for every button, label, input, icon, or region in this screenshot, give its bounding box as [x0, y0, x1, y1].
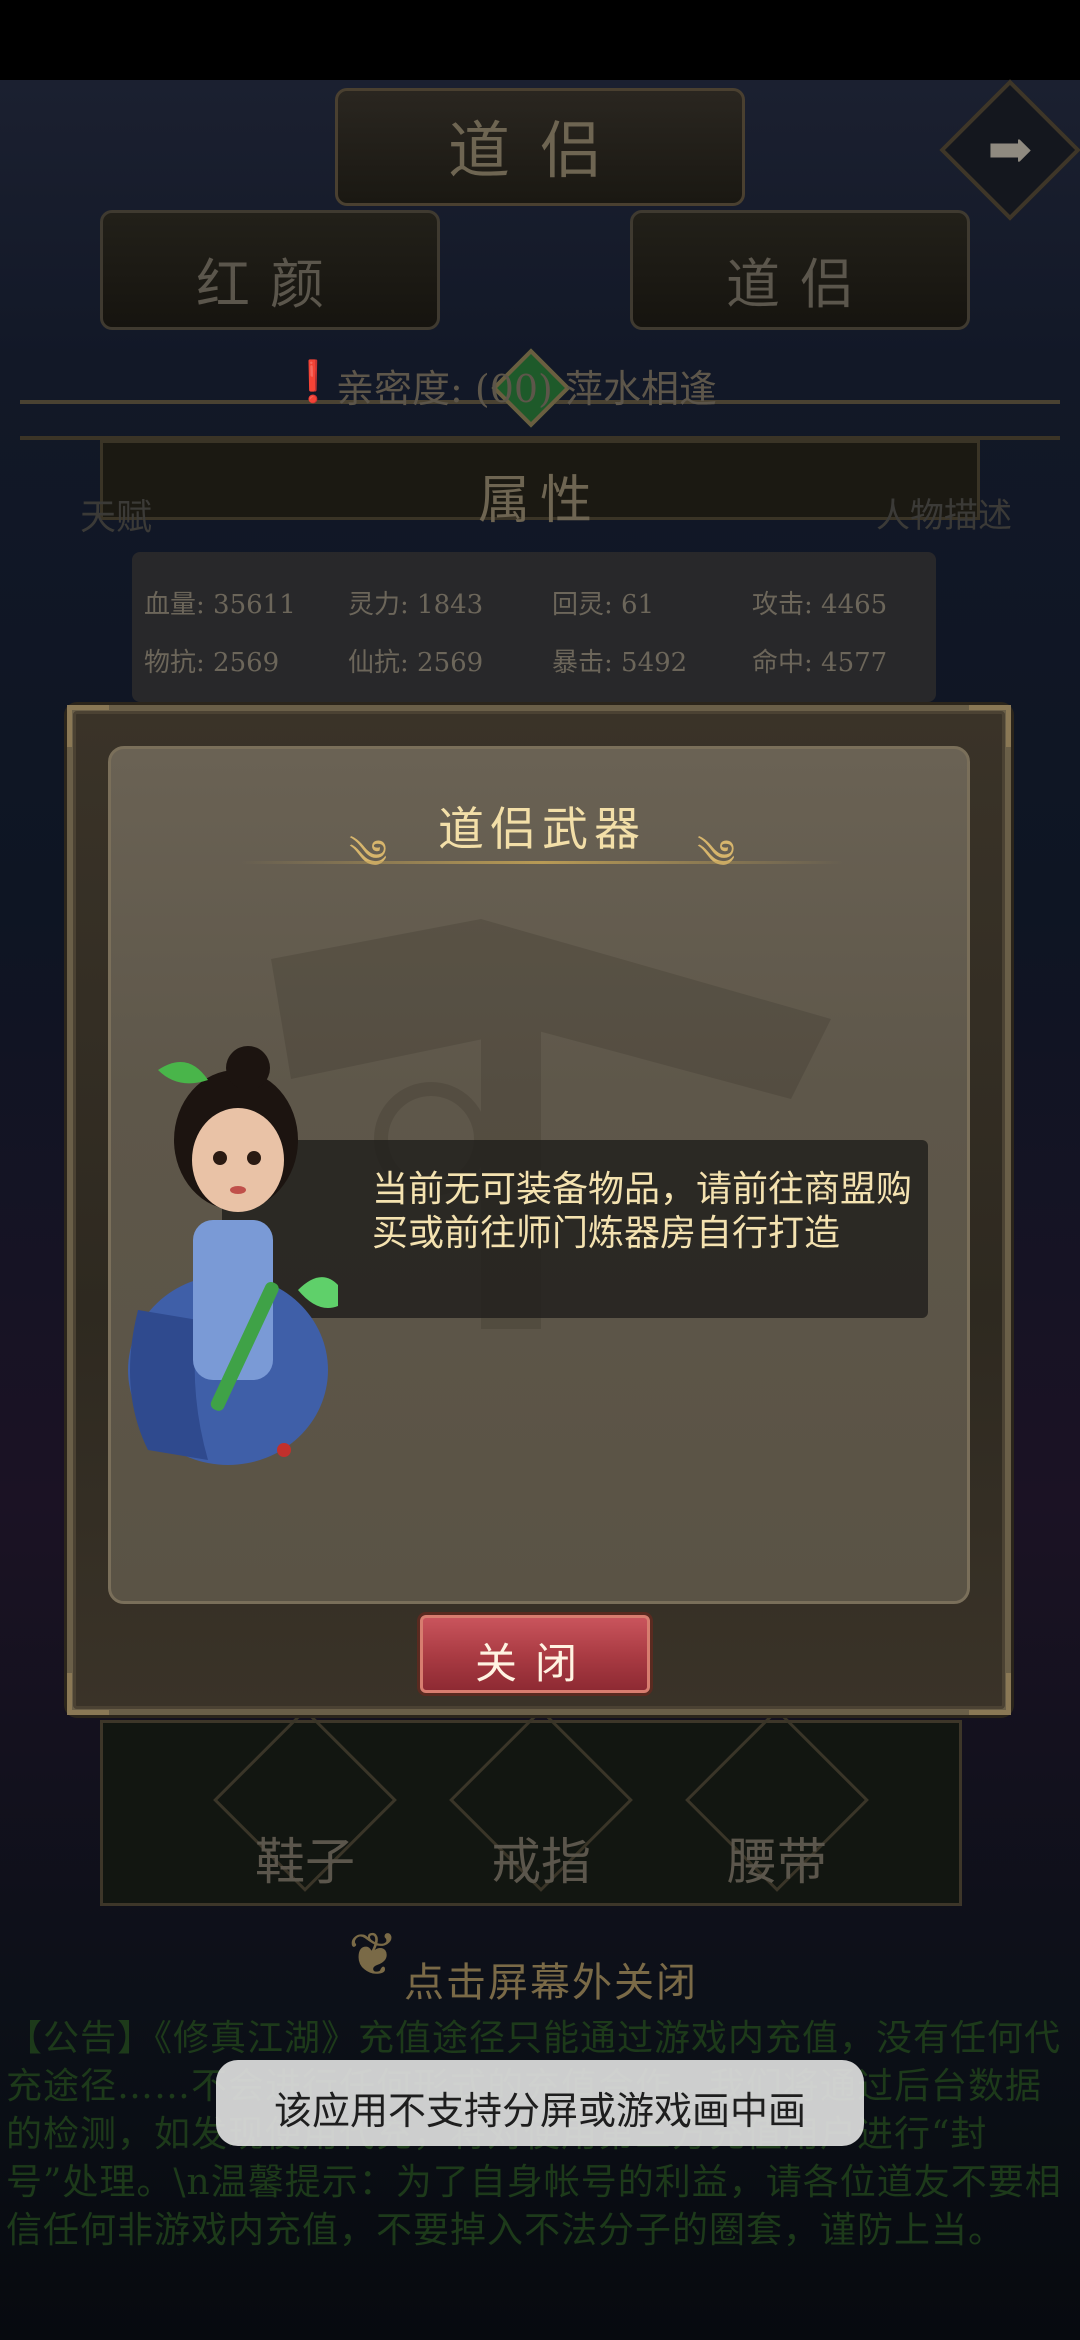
corner-ornament — [969, 705, 1011, 747]
weapon-dialog-title: 道侣武器 — [438, 802, 646, 856]
stat-regen: 回灵: 61 — [552, 590, 655, 620]
stat-crit: 暴击: 5492 — [552, 648, 688, 678]
corner-ornament — [969, 1673, 1011, 1715]
toast-text: 该应用不支持分屏或游戏画中画 — [273, 2089, 806, 2133]
right-cloud-icon: ༄ — [697, 832, 736, 878]
game-screen[interactable]: 道侣 ➡ 红颜 道侣 ❗ 亲密度: (00) 萍水相逢 属性 天赋 人物描述 血… — [0, 0, 1080, 2340]
guide-character-portrait — [128, 1046, 338, 1465]
talent-label[interactable]: 天赋 — [80, 488, 152, 540]
stat-mana: 灵力: 1843 — [348, 590, 484, 620]
title-underline — [241, 861, 843, 864]
butterfly-icon: ❦ — [348, 1920, 399, 1990]
slot-ring-label: 戒指 — [491, 1833, 591, 1891]
weapon-dialog-title-bar: ༄ 道侣武器 ༄ — [241, 789, 843, 878]
stat-immortal-resist: 仙抗: 2569 — [348, 648, 484, 678]
character-description-label[interactable]: 人物描述 — [876, 488, 1012, 537]
close-button[interactable]: 关闭 — [420, 1615, 650, 1693]
attributes-title: 属性 — [477, 471, 602, 531]
tab-hongyan-label: 红颜 — [196, 253, 344, 316]
corner-ornament — [67, 1673, 109, 1715]
intimacy-text: 亲密度: (00) 萍水相逢 — [336, 367, 717, 411]
stat-hp: 血量: 35611 — [144, 590, 296, 620]
stat-hit: 命中: 4577 — [752, 648, 888, 678]
arrow-right-icon: ➡ — [987, 118, 1033, 181]
tap-outside-hint: 点击屏幕外关闭 — [404, 1960, 698, 2006]
background-title: 道侣 — [447, 114, 632, 187]
tab-daolv-label: 道侣 — [726, 253, 874, 316]
close-button-label: 关闭 — [474, 1639, 595, 1688]
stats-box — [132, 552, 936, 702]
corner-ornament — [67, 705, 109, 747]
slot-shoes-label: 鞋子 — [255, 1833, 355, 1891]
no-equipment-message: 当前无可装备物品，请前往商盟购买或前往师门炼器房自行打造 — [372, 1169, 913, 1254]
stat-attack: 攻击: 4465 — [752, 590, 888, 620]
system-toast: 该应用不支持分屏或游戏画中画 — [216, 2060, 864, 2146]
slot-belt-label: 腰带 — [727, 1833, 827, 1891]
warning-icon: ❗ — [288, 359, 338, 405]
stat-physical-resist: 物抗: 2569 — [144, 648, 280, 678]
